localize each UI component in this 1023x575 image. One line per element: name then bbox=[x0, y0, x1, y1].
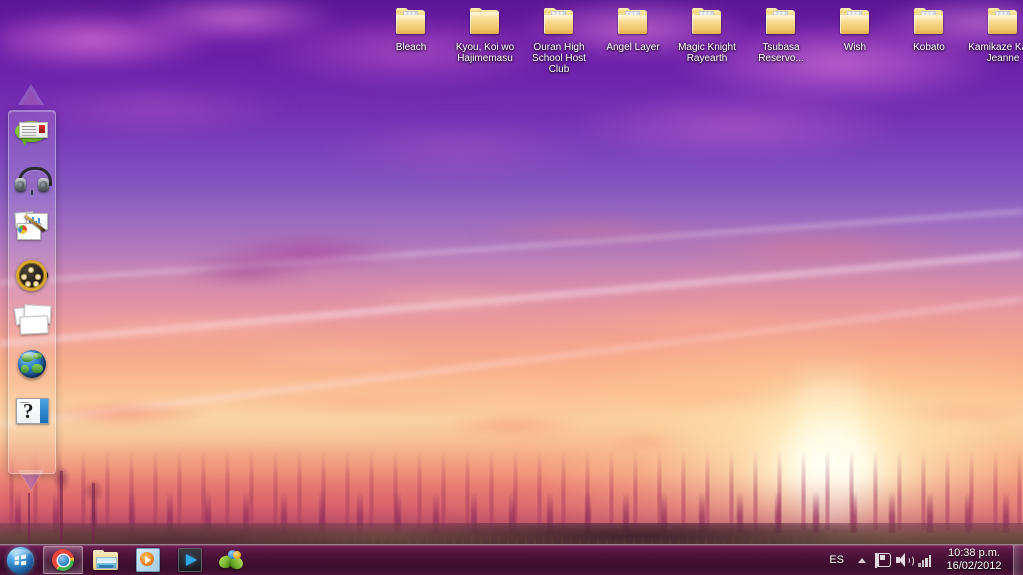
desktop-icon-ouran-high-school-host-club[interactable]: Ouran High School Host Club bbox=[522, 2, 596, 75]
taskbar-pinned-items bbox=[43, 546, 251, 574]
explorer-folder-icon bbox=[93, 549, 119, 571]
dock-item-pictures-gadget[interactable] bbox=[13, 301, 52, 335]
desktop-icon-tsubasa-reservoir[interactable]: Tsubasa Reservo... bbox=[744, 2, 818, 75]
folder-icon bbox=[468, 6, 502, 38]
network-signal-icon bbox=[918, 554, 934, 567]
desktop-icon-label: Ouran High School Host Club bbox=[532, 42, 586, 75]
tray-volume-icon[interactable] bbox=[893, 546, 915, 574]
tray-action-center-flag-icon[interactable] bbox=[871, 546, 893, 574]
folder-icon bbox=[986, 6, 1020, 38]
folder-icon bbox=[616, 6, 650, 38]
dock-scroll-down-triangle-icon[interactable] bbox=[16, 470, 46, 496]
taskbar-item-google-chrome[interactable] bbox=[43, 546, 83, 574]
messenger-butterfly-icon bbox=[217, 550, 245, 571]
folder-icon bbox=[542, 6, 576, 38]
taskbar-item-video-player[interactable] bbox=[171, 547, 209, 573]
dock-scroll-up-triangle-icon[interactable] bbox=[16, 84, 46, 110]
desktop-icon-kamikaze-kaito-jeanne[interactable]: Kamikaze Kaito Jeanne bbox=[966, 2, 1023, 75]
desktop-icon-grid: Bleach Kyou, Koi wo Hajimemasu Ouran Hig… bbox=[374, 2, 1023, 75]
wallpaper-tree bbox=[52, 465, 71, 545]
desktop-icon-label: Magic Knight Rayearth bbox=[678, 42, 736, 64]
folder-icon bbox=[690, 6, 724, 38]
wallpaper-tree bbox=[83, 479, 104, 545]
film-reel-icon bbox=[16, 258, 48, 291]
dock-item-music-gadget[interactable] bbox=[13, 163, 52, 197]
desktop-icon-label: Kamikaze Kaito Jeanne bbox=[968, 42, 1023, 64]
tray-language-indicator[interactable]: ES bbox=[820, 554, 853, 566]
start-orb-icon[interactable] bbox=[3, 546, 37, 574]
desktop-icon-label: Angel Layer bbox=[606, 42, 660, 53]
taskbar-item-windows-explorer[interactable] bbox=[87, 547, 125, 573]
dock-item-documents-gadget[interactable] bbox=[13, 209, 51, 243]
dock-item-help-gadget[interactable]: ? bbox=[13, 393, 51, 427]
taskbar-item-windows-media-player[interactable] bbox=[129, 547, 167, 573]
desktop-icon-kyou-koi-wo-hajimemasu[interactable]: Kyou, Koi wo Hajimemasu bbox=[448, 2, 522, 75]
system-tray: ES 10:38 p.m. 16/02/2012 bbox=[820, 545, 1023, 575]
desktop-icon-label: Kobato bbox=[913, 42, 945, 53]
action-center-flag-icon bbox=[875, 552, 891, 568]
desktop-icon-wish[interactable]: Wish bbox=[818, 2, 892, 75]
chrome-icon bbox=[52, 549, 74, 571]
clock-time: 10:38 p.m. bbox=[948, 547, 1000, 559]
photos-stack-icon bbox=[13, 304, 52, 335]
desktop-icon-label: Wish bbox=[843, 42, 867, 53]
taskbar-clock[interactable]: 10:38 p.m. 16/02/2012 bbox=[937, 547, 1013, 573]
folder-icon bbox=[764, 6, 798, 38]
desktop-icon-angel-layer[interactable]: Angel Layer bbox=[596, 2, 670, 75]
speaker-volume-icon bbox=[896, 553, 914, 567]
tray-chevron-up-icon[interactable] bbox=[853, 546, 871, 574]
dock-item-notes-gadget[interactable] bbox=[13, 117, 51, 151]
documents-pen-icon bbox=[14, 211, 49, 240]
desktop[interactable]: Bleach Kyou, Koi wo Hajimemasu Ouran Hig… bbox=[0, 0, 1023, 575]
sidebar-dock[interactable]: ? bbox=[8, 110, 56, 474]
clock-date: 16/02/2012 bbox=[946, 560, 1002, 572]
desktop-icon-label: Bleach bbox=[395, 42, 427, 53]
dock-item-videos-gadget[interactable] bbox=[13, 255, 51, 291]
show-desktop-button[interactable] bbox=[1013, 545, 1023, 575]
taskbar: ES 10:38 p.m. 16/02/2012 bbox=[0, 544, 1023, 575]
tray-network-icon[interactable] bbox=[915, 546, 937, 574]
folder-icon bbox=[838, 6, 872, 38]
media-player-icon bbox=[136, 548, 160, 572]
desktop-icon-kobato[interactable]: Kobato bbox=[892, 2, 966, 75]
taskbar-item-windows-live-messenger[interactable] bbox=[213, 547, 251, 573]
dock-item-internet-gadget[interactable] bbox=[13, 347, 51, 381]
desktop-icon-label: Kyou, Koi wo Hajimemasu bbox=[455, 42, 515, 64]
question-mark-icon: ? bbox=[16, 397, 49, 424]
speech-bubble-note-icon bbox=[14, 119, 50, 149]
folder-icon bbox=[394, 6, 428, 38]
desktop-icon-label: Tsubasa Reservo... bbox=[758, 42, 804, 64]
desktop-icon-magic-knight-rayearth[interactable]: Magic Knight Rayearth bbox=[670, 2, 744, 75]
video-player-play-icon bbox=[178, 548, 202, 572]
desktop-icon-bleach[interactable]: Bleach bbox=[374, 2, 448, 75]
wallpaper-tree bbox=[28, 493, 30, 545]
folder-icon bbox=[912, 6, 946, 38]
globe-icon bbox=[17, 349, 47, 379]
headphones-icon bbox=[15, 166, 52, 195]
